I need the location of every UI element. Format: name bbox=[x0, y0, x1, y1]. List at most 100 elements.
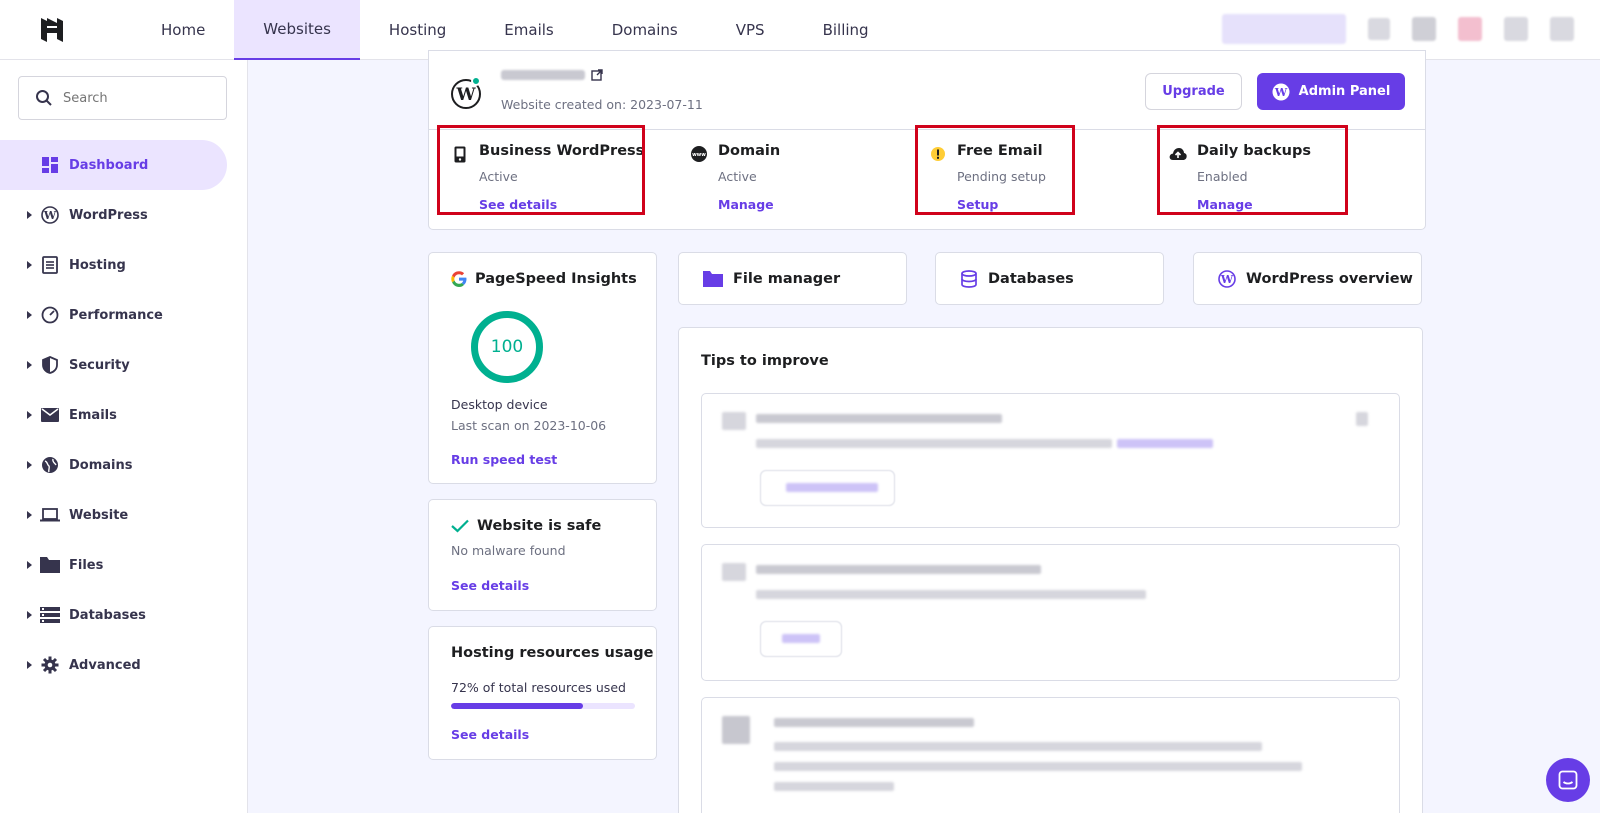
manage-link[interactable]: Manage bbox=[718, 197, 774, 212]
caret-right-icon bbox=[27, 361, 32, 369]
see-details-link[interactable]: See details bbox=[451, 727, 529, 742]
blurred-tip-icon bbox=[722, 563, 746, 581]
admin-panel-label: Admin Panel bbox=[1298, 84, 1391, 99]
blurred-tip-title bbox=[756, 414, 1002, 423]
settings-icon[interactable] bbox=[1504, 17, 1528, 41]
last-scan-date: Last scan on 2023-10-06 bbox=[451, 418, 607, 433]
website-header-card: W Website created on: 2023-07-11 Upgrade… bbox=[428, 50, 1426, 230]
caret-right-icon bbox=[27, 661, 32, 669]
chat-icon bbox=[1558, 770, 1578, 790]
tip-item bbox=[701, 697, 1400, 813]
sidebar-item-files[interactable]: Files bbox=[0, 540, 248, 590]
database-icon bbox=[961, 269, 977, 288]
blurred-tip-action-label bbox=[782, 634, 820, 643]
online-status-dot bbox=[471, 76, 481, 86]
svg-text:W: W bbox=[43, 209, 57, 222]
notification-icon[interactable] bbox=[1458, 17, 1482, 41]
svg-text:www: www bbox=[692, 152, 706, 158]
sidebar-item-advanced[interactable]: Advanced bbox=[0, 640, 248, 690]
blurred-close-icon[interactable] bbox=[1356, 412, 1368, 426]
cart-icon[interactable] bbox=[1412, 17, 1436, 41]
mail-icon bbox=[40, 405, 60, 425]
database-icon bbox=[40, 605, 60, 625]
blurred-tip-action-label bbox=[786, 483, 878, 492]
blurred-tip-description bbox=[756, 590, 1146, 599]
nav-home[interactable]: Home bbox=[132, 0, 234, 60]
nav-websites[interactable]: Websites bbox=[234, 0, 360, 60]
databases-button[interactable]: Databases bbox=[935, 252, 1164, 305]
file-manager-button[interactable]: File manager bbox=[678, 252, 907, 305]
sidebar-item-performance[interactable]: Performance bbox=[0, 290, 248, 340]
blurred-tip-description bbox=[774, 782, 894, 791]
website-created-date: Website created on: 2023-07-11 bbox=[501, 97, 703, 112]
sidebar-item-security[interactable]: Security bbox=[0, 340, 248, 390]
sidebar-item-label: WordPress bbox=[69, 207, 148, 223]
folder-icon bbox=[703, 270, 723, 287]
resources-progress-fill bbox=[451, 703, 584, 709]
chat-support-button[interactable] bbox=[1546, 758, 1590, 802]
see-details-link[interactable]: See details bbox=[451, 578, 529, 593]
google-icon bbox=[451, 271, 467, 287]
svg-text:W: W bbox=[455, 85, 476, 105]
search-input[interactable] bbox=[63, 90, 213, 106]
external-link-icon bbox=[591, 69, 603, 81]
avatar[interactable] bbox=[1550, 17, 1574, 41]
tips-title: Tips to improve bbox=[701, 353, 829, 369]
pagespeed-title: PageSpeed Insights bbox=[451, 271, 637, 287]
sidebar-item-website[interactable]: Website bbox=[0, 490, 248, 540]
speed-score: 100 bbox=[490, 337, 524, 357]
wordpress-overview-label: WordPress overview bbox=[1246, 270, 1413, 287]
folder-icon bbox=[40, 555, 60, 575]
globe-icon bbox=[40, 455, 60, 475]
resources-card: Hosting resources usage 72% of total res… bbox=[428, 626, 657, 760]
security-subtitle: No malware found bbox=[451, 543, 566, 558]
speed-score-gauge: 100 bbox=[471, 311, 543, 383]
databases-label: Databases bbox=[988, 270, 1074, 287]
sidebar-item-label: Databases bbox=[69, 607, 146, 623]
sidebar-item-dashboard[interactable]: Dashboard bbox=[0, 140, 227, 190]
security-title: Website is safe bbox=[451, 518, 601, 534]
account-area bbox=[1222, 14, 1574, 44]
sidebar-item-label: Hosting bbox=[69, 257, 126, 273]
blurred-tip-link bbox=[1117, 439, 1213, 448]
sidebar-item-label: Performance bbox=[69, 307, 163, 323]
wordpress-icon: W bbox=[1218, 269, 1236, 288]
highlight-box bbox=[915, 125, 1075, 215]
wordpress-overview-button[interactable]: W WordPress overview bbox=[1193, 252, 1422, 305]
security-card: Website is safe No malware found See det… bbox=[428, 499, 657, 611]
highlight-box bbox=[437, 125, 645, 215]
plan-status: Active bbox=[718, 169, 757, 184]
run-speed-test-link[interactable]: Run speed test bbox=[451, 452, 557, 467]
security-title-text: Website is safe bbox=[477, 518, 602, 534]
plan-title: Domain bbox=[718, 143, 781, 159]
sidebar-item-emails[interactable]: Emails bbox=[0, 390, 248, 440]
shield-icon bbox=[40, 355, 60, 375]
gear-icon bbox=[40, 655, 60, 675]
sidebar-item-label: Security bbox=[69, 357, 130, 373]
svg-text:W: W bbox=[1220, 273, 1234, 286]
sidebar-item-databases[interactable]: Databases bbox=[0, 590, 248, 640]
site-domain-link[interactable] bbox=[501, 69, 603, 81]
sidebar-item-domains[interactable]: Domains bbox=[0, 440, 248, 490]
search-icon bbox=[36, 90, 52, 106]
sidebar-item-hosting[interactable]: Hosting bbox=[0, 240, 248, 290]
device-label: Desktop device bbox=[451, 397, 548, 412]
pagespeed-card: PageSpeed Insights 100 Desktop device La… bbox=[428, 252, 657, 484]
sidebar: Dashboard W WordPress Hosting Performanc… bbox=[0, 60, 248, 813]
upgrade-button[interactable]: Upgrade bbox=[1145, 73, 1242, 110]
caret-right-icon bbox=[27, 461, 32, 469]
highlight-box bbox=[1157, 125, 1348, 215]
www-icon: www bbox=[690, 145, 708, 163]
caret-right-icon bbox=[27, 211, 32, 219]
sidebar-item-wordpress[interactable]: W WordPress bbox=[0, 190, 248, 240]
blurred-tip-icon bbox=[722, 412, 746, 430]
sidebar-menu: Dashboard W WordPress Hosting Performanc… bbox=[0, 140, 248, 690]
admin-panel-button[interactable]: W Admin Panel bbox=[1257, 73, 1405, 110]
sidebar-search[interactable] bbox=[18, 76, 227, 120]
sidebar-item-label: Domains bbox=[69, 457, 133, 473]
help-icon[interactable] bbox=[1368, 18, 1390, 40]
resources-progress-bar bbox=[451, 703, 635, 709]
account-switcher[interactable] bbox=[1222, 14, 1346, 44]
caret-right-icon bbox=[27, 611, 32, 619]
hostinger-logo[interactable] bbox=[22, 0, 82, 60]
